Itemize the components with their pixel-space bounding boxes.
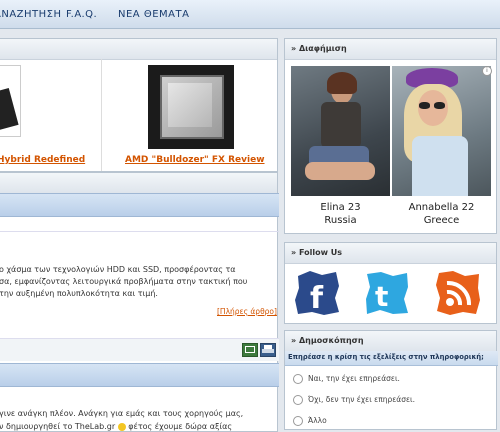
follow-panel: » Follow Us f t [284, 242, 497, 324]
smiley-icon [117, 422, 126, 431]
article-top-header [0, 173, 277, 194]
svg-text:f: f [310, 281, 324, 316]
article-footer-bar [0, 338, 279, 361]
article2-text-line1: γινε ανάγκη πλέον. Ανάγκη για εμάς και τ… [0, 409, 244, 418]
poll-option-1-radio[interactable] [293, 374, 303, 384]
ad-person-1[interactable]: Elina 23 Russia [291, 66, 390, 230]
email-icon[interactable] [242, 343, 258, 357]
ad-info-icon[interactable]: i [482, 66, 492, 76]
poll-option-1[interactable]: Ναι, την έχει επηρεάσει. [293, 374, 400, 384]
svg-text:t: t [375, 280, 388, 313]
nav-faq-link[interactable]: F.A.Q. [66, 9, 97, 20]
rss-icon[interactable] [433, 268, 483, 318]
ad-header: » Διαφήμιση [285, 39, 496, 60]
poll-option-2[interactable]: Όχι, δεν την έχει επηρεάσει. [293, 395, 415, 405]
twitter-icon[interactable]: t [362, 268, 412, 318]
ad-person-1-country: Russia [324, 215, 357, 226]
nav-new-topics-link[interactable]: ΝΕΑ ΘΕΜΑΤΑ [118, 9, 189, 20]
poll-question-bar: Επηρέασε η κρίση τις εξελίξεις στην πληρ… [285, 351, 498, 366]
ad-photo-1 [291, 66, 390, 196]
article-title-bar [0, 193, 279, 217]
hybrid-article-link[interactable]: Hybrid Redefined [0, 155, 85, 165]
read-more-link[interactable]: [Πλήρες άρθρο] [217, 307, 277, 316]
article-text-line1: ο χάσμα των τεχνολογιών HDD και SSD, προ… [0, 265, 236, 274]
amd-cpu-image[interactable] [148, 65, 234, 149]
featured-panel: Hybrid Redefined AMD "Bulldozer" FX Revi… [0, 38, 278, 172]
second-article-title-bar [0, 363, 279, 387]
featured-header [0, 39, 277, 60]
article2-text-line2: ν δημιουργηθεί το TheLab.gr φέτος έχουμε… [0, 422, 233, 431]
print-icon[interactable] [260, 343, 276, 357]
nav-search-link[interactable]: ΑΝΑΖΗΤΗΣΗ [0, 9, 62, 20]
poll-panel: » Δημοσκόπηση Επηρέασε η κρίση τις εξελί… [284, 330, 498, 430]
article-text-line2: σα, εμφανίζοντας λειτουργικά προβλήματα … [0, 277, 248, 286]
article-panel: ο χάσμα των τεχνολογιών HDD και SSD, προ… [0, 172, 279, 432]
follow-header: » Follow Us [285, 243, 496, 264]
article-text-line3: την αυξημένη πολυπλοκότητα και τιμή. [0, 289, 158, 298]
ad-panel: » Διαφήμιση Elina 23 Russia Annabella 22… [284, 38, 497, 234]
facebook-icon[interactable]: f [292, 268, 342, 318]
poll-option-2-radio[interactable] [293, 395, 303, 405]
ad-person-2[interactable]: Annabella 22 Greece [392, 66, 491, 230]
ad-photo-2 [392, 66, 491, 196]
top-navigation: ΑΝΑΖΗΤΗΣΗ F.A.Q. ΝΕΑ ΘΕΜΑΤΑ [0, 0, 500, 29]
poll-header: » Δημοσκόπηση [285, 331, 496, 352]
hybrid-drive-image[interactable] [0, 65, 21, 137]
ad-person-1-name: Elina 23 [320, 202, 361, 213]
ad-person-2-country: Greece [423, 215, 460, 226]
ad-person-2-name: Annabella 22 [408, 202, 475, 213]
poll-question: Επηρέασε η κρίση τις εξελίξεις στην πληρ… [288, 353, 484, 361]
amd-article-link[interactable]: AMD "Bulldozer" FX Review [125, 155, 265, 165]
